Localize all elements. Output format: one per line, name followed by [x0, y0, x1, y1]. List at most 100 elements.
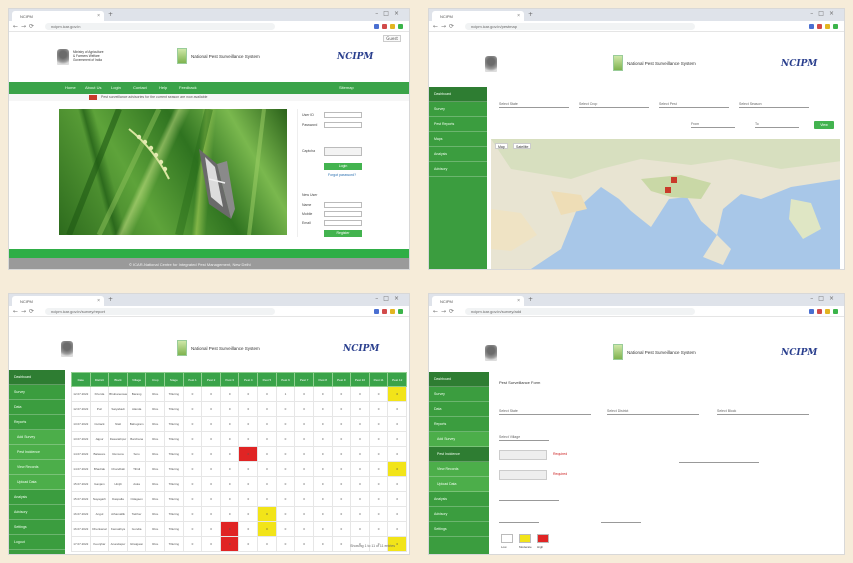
close-icon[interactable]: × [517, 13, 520, 19]
table-row[interactable]: 14.07.2022 Bhadrak Chandbali Tihidi Rice Till… [71, 461, 407, 477]
extension-icons[interactable] [809, 24, 838, 29]
sidebar-item[interactable]: Upload Data [9, 475, 65, 490]
table-header-cell[interactable]: Pest 5 [257, 372, 277, 387]
table-header-cell[interactable]: Crop [145, 372, 166, 387]
sidebar-item[interactable]: Advisory [429, 162, 487, 177]
table-header-cell[interactable]: Pest 7 [294, 372, 314, 387]
sidebar-item[interactable]: View Records [429, 462, 489, 477]
sidebar-item[interactable]: Maps [429, 132, 487, 147]
sidebar-item[interactable]: Upload Data [429, 477, 489, 492]
nav-item[interactable]: Login [111, 85, 121, 90]
date-field[interactable] [499, 516, 539, 523]
season-select[interactable]: Select Season [739, 101, 809, 108]
sidebar-item[interactable]: Add Survey [429, 432, 489, 447]
new-tab-icon[interactable]: + [528, 296, 533, 303]
view-button[interactable]: View [814, 121, 834, 129]
url-input[interactable]: ncipm.icar.gov.in/survey/add [465, 308, 695, 315]
extension-icon[interactable] [817, 309, 822, 314]
window-controls[interactable]: –□× [375, 295, 404, 302]
option-select[interactable] [679, 456, 759, 463]
table-header-cell[interactable]: Pest 9 [331, 372, 352, 387]
extension-icon[interactable] [833, 309, 838, 314]
sidebar-item[interactable]: Advisory [429, 507, 489, 522]
browser-tab[interactable]: NCIPM × [12, 11, 104, 21]
sidebar-item[interactable]: Survey [9, 385, 65, 400]
sidebar-item[interactable]: Analysis [9, 490, 65, 505]
map-view-button[interactable]: Map [495, 143, 508, 149]
option-radio-group[interactable] [499, 494, 559, 501]
sidebar-item[interactable]: Pest Reports [429, 117, 487, 132]
table-header-cell[interactable]: Pest 12 [387, 372, 407, 387]
sidebar-item[interactable]: Settings [429, 522, 489, 537]
legend-swatch-low[interactable] [501, 534, 513, 543]
table-row[interactable]: 15.07.2022 Ganjam Hinjili Aska Rice Tillering… [71, 476, 407, 492]
table-header-cell[interactable]: Pest 10 [350, 372, 370, 387]
table-header-cell[interactable]: Block [108, 372, 128, 387]
extension-icons[interactable] [809, 309, 838, 314]
forgot-password-link[interactable]: Forgot password? [328, 173, 356, 177]
table-row[interactable]: 12.07.2022 Puri Satyabadi Alanda Rice Tilleri… [71, 401, 407, 417]
password-field[interactable] [324, 122, 362, 128]
pest-map[interactable]: Map Satellite [491, 139, 840, 269]
legend-swatch-high[interactable] [537, 534, 549, 543]
url-input[interactable]: ncipm.icar.gov.in/pestmap [465, 23, 695, 30]
nav-item[interactable]: About Us [85, 85, 101, 90]
extension-icon[interactable] [398, 24, 403, 29]
ticker-text[interactable]: Pest surveillance advisories for the cur… [101, 95, 207, 99]
sidebar-item[interactable]: Data [429, 402, 489, 417]
extension-icons[interactable] [374, 24, 403, 29]
sidebar-item[interactable]: Pest Incidence [429, 447, 489, 462]
sidebar-item[interactable]: Dashboard [9, 370, 65, 385]
block-select[interactable]: Select Block [717, 408, 809, 415]
sidebar-item[interactable]: View Records [9, 460, 65, 475]
extension-icon[interactable] [390, 309, 395, 314]
sidebar-item[interactable]: Dashboard [429, 87, 487, 102]
browser-tab[interactable]: NCIPM × [432, 296, 524, 306]
nav-item[interactable]: Help [159, 85, 167, 90]
extension-icon[interactable] [382, 24, 387, 29]
extension-icon[interactable] [825, 309, 830, 314]
sidebar-item[interactable]: Advisory [9, 505, 65, 520]
village-select[interactable]: Select Village [499, 434, 549, 441]
new-tab-icon[interactable]: + [528, 11, 533, 18]
extension-icon[interactable] [809, 24, 814, 29]
table-header-cell[interactable]: Pest 8 [312, 372, 333, 387]
nav-arrows-icon[interactable]: ←→⟳ [13, 308, 37, 315]
district-select[interactable]: Select District [607, 408, 699, 415]
crop-select[interactable]: Select Crop [579, 101, 649, 108]
session-badge[interactable]: Guest [383, 35, 401, 42]
sidebar-item[interactable]: Settings [9, 520, 65, 535]
pest-select[interactable]: Select Pest [659, 101, 729, 108]
nav-item[interactable]: Contact [133, 85, 147, 90]
mobile-field[interactable] [324, 211, 362, 217]
table-row[interactable]: 13.07.2022 Jajpur Dasarathpur Barchana Rice T… [71, 431, 407, 447]
extension-icon[interactable] [382, 309, 387, 314]
window-controls[interactable]: –□× [810, 10, 839, 17]
nav-item[interactable]: Sitemap [339, 85, 354, 90]
new-tab-icon[interactable]: + [108, 11, 113, 18]
upload-field[interactable] [499, 470, 547, 480]
login-button[interactable]: Login [324, 163, 362, 170]
nav-arrows-icon[interactable]: ←→⟳ [13, 23, 37, 30]
table-header-cell[interactable]: Pest 1 [182, 372, 203, 387]
extension-icon[interactable] [817, 24, 822, 29]
table-header-cell[interactable]: Pest 6 [275, 372, 296, 387]
table-header-cell[interactable]: District [89, 372, 110, 387]
sidebar-item[interactable]: Reports [429, 417, 489, 432]
sidebar-item[interactable]: Survey [429, 387, 489, 402]
user-id-field[interactable] [324, 112, 362, 118]
table-header-cell[interactable]: Pest 2 [201, 372, 221, 387]
table-header-cell[interactable]: Village [126, 372, 147, 387]
nav-item[interactable]: Home [65, 85, 76, 90]
table-header-cell[interactable]: Pest 4 [238, 372, 259, 387]
extension-icon[interactable] [374, 309, 379, 314]
nav-arrows-icon[interactable]: ←→⟳ [433, 308, 457, 315]
name-field[interactable] [324, 202, 362, 208]
table-row[interactable]: 13.07.2022 Cuttack Niali Bahugram Rice Tiller… [71, 416, 407, 432]
url-input[interactable]: ncipm.icar.gov.in/survey/report [45, 308, 275, 315]
url-input[interactable]: ncipm.icar.gov.in [45, 23, 275, 30]
sidebar-item[interactable]: Dashboard [429, 372, 489, 387]
extension-icon[interactable] [809, 309, 814, 314]
extension-icon[interactable] [825, 24, 830, 29]
window-controls[interactable]: –□× [375, 10, 404, 17]
